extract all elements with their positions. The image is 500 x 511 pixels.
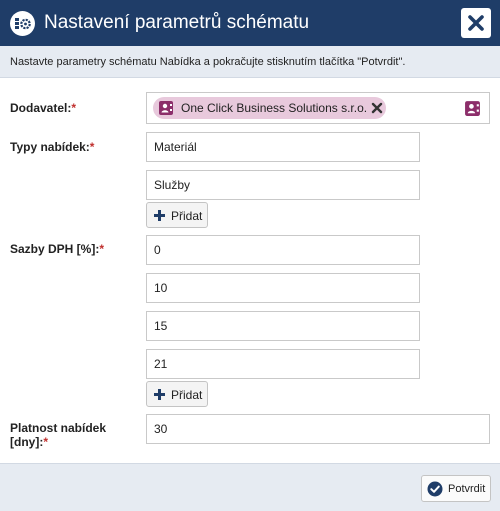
schema-parameters-dialog: Nastavení parametrů schématu Nastavte pa… bbox=[0, 0, 500, 511]
required-mark: * bbox=[71, 101, 77, 115]
close-icon bbox=[468, 15, 484, 31]
offer-type-input-1[interactable] bbox=[146, 132, 420, 162]
vat-rate-input-3[interactable] bbox=[146, 311, 420, 341]
dialog-footer: Potvrdit bbox=[0, 463, 500, 511]
supplier-tag-label: One Click Business Solutions s.r.o. bbox=[181, 101, 368, 115]
plus-icon bbox=[154, 389, 165, 400]
supplier-label: Dodavatel:* bbox=[10, 101, 77, 115]
vat-rates-label: Sazby DPH [%]:* bbox=[10, 242, 105, 256]
offer-type-input-2[interactable] bbox=[146, 170, 420, 200]
remove-tag-icon[interactable] bbox=[371, 102, 383, 114]
add-vat-rate-label: Přidat bbox=[171, 388, 203, 402]
contact-card-icon[interactable] bbox=[464, 100, 481, 117]
plus-icon bbox=[154, 210, 165, 221]
instruction-text: Nastavte parametry schématu Nabídka a po… bbox=[10, 56, 406, 68]
supplier-field[interactable]: One Click Business Solutions s.r.o. bbox=[146, 92, 490, 124]
add-offer-type-button[interactable]: Přidat bbox=[146, 202, 208, 228]
vat-rate-input-2[interactable] bbox=[146, 273, 420, 303]
required-mark: * bbox=[43, 435, 48, 449]
confirm-button[interactable]: Potvrdit bbox=[421, 475, 491, 502]
dialog-title: Nastavení parametrů schématu bbox=[44, 12, 310, 33]
dialog-titlebar: Nastavení parametrů schématu bbox=[0, 0, 500, 46]
schema-settings-icon bbox=[10, 11, 35, 36]
required-mark: * bbox=[99, 242, 105, 256]
validity-days-input[interactable] bbox=[146, 414, 490, 444]
check-circle-icon bbox=[427, 481, 443, 497]
contact-card-icon bbox=[159, 101, 173, 115]
close-button[interactable] bbox=[461, 8, 491, 38]
add-vat-rate-button[interactable]: Přidat bbox=[146, 381, 208, 407]
vat-rate-input-1[interactable] bbox=[146, 235, 420, 265]
add-offer-type-label: Přidat bbox=[171, 209, 203, 223]
offer-types-label: Typy nabídek:* bbox=[10, 140, 95, 154]
vat-rate-input-4[interactable] bbox=[146, 349, 420, 379]
instruction-bar: Nastavte parametry schématu Nabídka a po… bbox=[0, 46, 500, 78]
validity-label: Platnost nabídek [dny]:* bbox=[10, 421, 107, 449]
required-mark: * bbox=[89, 140, 95, 154]
confirm-button-label: Potvrdit bbox=[448, 483, 486, 495]
supplier-tag[interactable]: One Click Business Solutions s.r.o. bbox=[153, 97, 386, 119]
